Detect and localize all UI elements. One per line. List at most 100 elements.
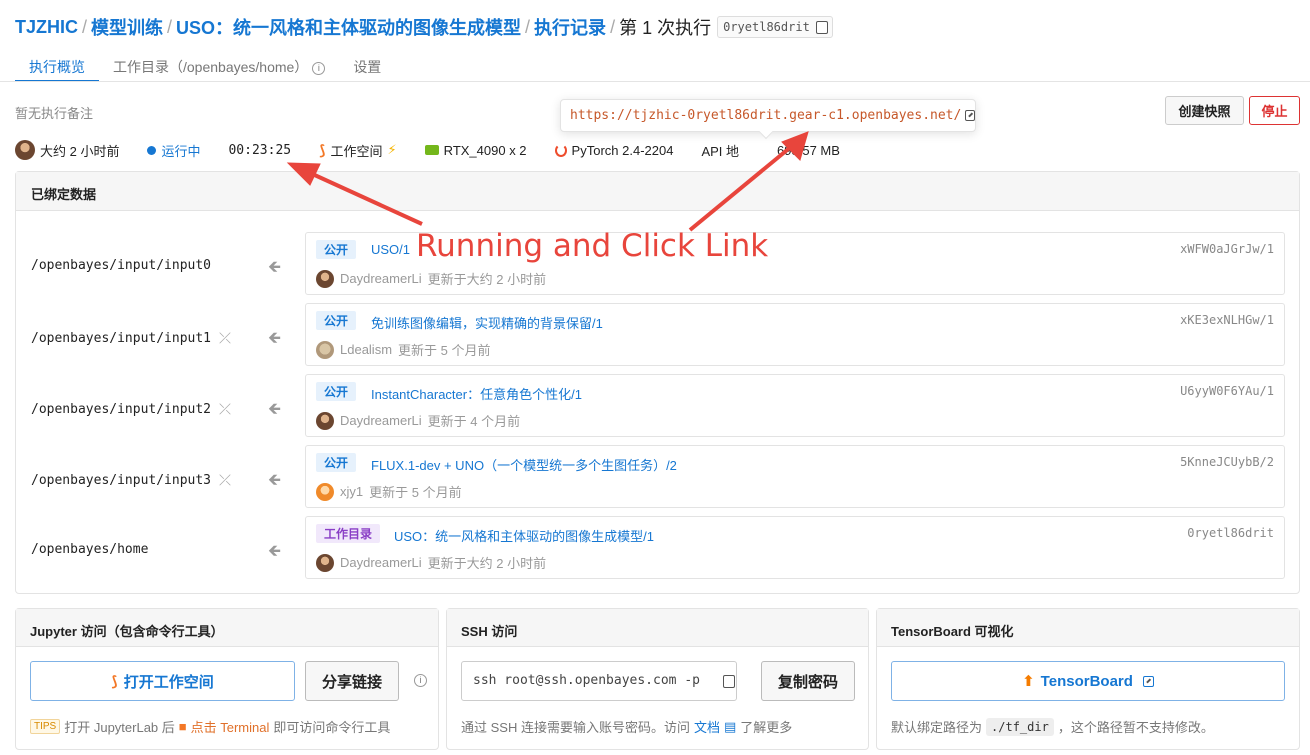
tab-bar: 执行概览 工作目录（/openbayes/home） i 设置 — [15, 50, 395, 82]
dataset-user[interactable]: DaydreamerLi — [340, 271, 422, 286]
breadcrumb-records[interactable]: 执行记录 — [534, 14, 606, 40]
dataset-updated: 更新于 4 个月前 — [427, 414, 521, 429]
mount-path: /openbayes/input/input2 ⤫ — [31, 400, 231, 418]
dataset-title-link[interactable]: 免训练图像编辑，实现精确的背景保留/1 — [371, 313, 603, 332]
tb-foot-post: ，这个路径暂不支持修改。 — [1057, 720, 1214, 735]
visibility-tag: 公开 — [316, 311, 357, 330]
gpu-label: RTX_4090 x 2 — [443, 142, 527, 158]
tab-label: 工作目录（/openbayes/home） — [113, 59, 309, 75]
dataset-card[interactable]: 公开 InstantCharacter：任意角色个性化/1 U6yyW0F6YA… — [305, 374, 1285, 437]
copy-icon[interactable] — [720, 672, 735, 688]
breadcrumb-project[interactable]: USO：统一风格和主体驱动的图像生成模型 — [176, 14, 521, 40]
dataset-hash: 5KnneJCUybB/2 — [1180, 455, 1274, 469]
service-url-link[interactable]: https://tjzhic-0ryetl86drit.gear-c1.open… — [570, 108, 961, 123]
elapsed-time: 00:23:25 — [228, 142, 292, 158]
unlink-icon[interactable]: ⤫ — [219, 471, 231, 489]
tips-badge: TIPS — [30, 719, 61, 734]
dataset-hash: U6yyW0F6YAu/1 — [1180, 384, 1274, 398]
ssh-panel: SSH 访问 ssh root@ssh.openbayes.com -p 复制密… — [446, 608, 869, 750]
tab-overview[interactable]: 执行概览 — [15, 50, 99, 82]
dataset-card[interactable]: 公开 FLUX.1-dev + UNO（一个模型统一多个生图任务）/2 5Knn… — [305, 445, 1285, 508]
arrow-left-icon: 🡸 — [268, 330, 281, 347]
dataset-title-link[interactable]: InstantCharacter：任意角色个性化/1 — [371, 384, 582, 403]
dataset-meta: DaydreamerLi 更新于 4 个月前 — [316, 411, 520, 430]
create-snapshot-button[interactable]: 创建快照 — [1165, 96, 1244, 125]
stop-button[interactable]: 停止 — [1249, 96, 1300, 125]
workspace-link[interactable]: ⟆ 工作空间 ⚡ — [319, 141, 397, 160]
mount-path-text: /openbayes/input/input2 — [31, 401, 212, 417]
external-link-icon[interactable] — [965, 110, 975, 121]
ssh-foot: 通过 SSH 连接需要输入账号密码。访问 文档 ▤ 了解更多 — [461, 717, 792, 736]
mount-path-text: /openbayes/input/input3 — [31, 472, 212, 488]
info-icon[interactable]: i — [414, 674, 427, 687]
workdir-title-link[interactable]: USO：统一风格和主体驱动的图像生成模型/1 — [394, 526, 654, 545]
breadcrumb-section[interactable]: 模型训练 — [91, 14, 163, 40]
avatar — [15, 140, 35, 160]
bolt-icon: ⚡ — [387, 142, 397, 157]
tab-label: 执行概览 — [29, 59, 85, 75]
annotation-text: Running and Click Link — [416, 228, 769, 264]
workdir-user[interactable]: DaydreamerLi — [340, 555, 422, 570]
breadcrumb-separator: / — [525, 16, 531, 37]
dataset-user[interactable]: Ldealism — [340, 342, 392, 357]
terminal-link[interactable]: 点击 Terminal — [191, 717, 270, 736]
ssh-command: ssh root@ssh.openbayes.com -p — [473, 673, 700, 688]
docs-link[interactable]: 文档 — [694, 717, 720, 736]
arrow-left-icon: 🡸 — [268, 259, 281, 276]
dataset-user[interactable]: DaydreamerLi — [340, 413, 422, 428]
tips-text: 打开 JupyterLab 后 — [64, 720, 175, 735]
share-link-button[interactable]: 分享链接 — [305, 661, 399, 701]
run-id-chip: 0ryetl86drit — [717, 16, 833, 38]
jupyter-icon: ⟆ — [319, 141, 326, 158]
run-id: 0ryetl86drit — [723, 20, 810, 34]
dataset-updated: 更新于 5 个月前 — [398, 343, 491, 358]
unlink-icon[interactable]: ⤫ — [219, 400, 231, 418]
dataset-title-link[interactable]: FLUX.1-dev + UNO（一个模型统一多个生图任务）/2 — [371, 455, 677, 474]
mount-path-text: /openbayes/home — [31, 542, 149, 557]
dataset-meta: Ldealism 更新于 5 个月前 — [316, 340, 491, 359]
ssh-foot-post: 了解更多 — [740, 720, 793, 735]
workdir-hash: 0ryetl86drit — [1187, 526, 1274, 540]
dataset-card[interactable]: 公开 免训练图像编辑，实现精确的背景保留/1 xKE3exNLHGw/1 Lde… — [305, 303, 1285, 366]
dataset-user[interactable]: xjy1 — [340, 484, 363, 499]
tensorboard-button[interactable]: ⬆ TensorBoard — [891, 661, 1285, 701]
dataset-title-link[interactable]: USO/1 — [371, 242, 410, 257]
mount-path: /openbayes/input/input1 ⤫ — [31, 329, 231, 347]
mount-path: /openbayes/input/input3 ⤫ — [31, 471, 231, 489]
storage-size: 695.57 MB — [777, 142, 840, 158]
tb-foot-text: 默认绑定路径为 — [891, 720, 983, 735]
open-workspace-button[interactable]: ⟆ 打开工作空间 — [30, 661, 295, 701]
tensorboard-icon: ⬆ — [1022, 673, 1035, 690]
copy-icon[interactable] — [812, 17, 828, 34]
pytorch-icon — [554, 143, 567, 157]
state-label: 运行中 — [161, 143, 201, 159]
open-workspace-label: 打开工作空间 — [123, 673, 214, 691]
arrow-left-icon: 🡸 — [268, 472, 281, 489]
breadcrumb-separator: / — [610, 16, 616, 37]
arrow-left-icon: 🡸 — [268, 543, 281, 560]
workspace-label: 工作空间 — [330, 143, 383, 159]
ssh-title: SSH 访问 — [447, 609, 868, 647]
copy-password-button[interactable]: 复制密码 — [761, 661, 855, 701]
api-address[interactable]: API 地 — [701, 141, 739, 160]
bound-row: /openbayes/home 🡸 工作目录 USO：统一风格和主体驱动的图像生… — [16, 516, 1299, 581]
breadcrumb-org[interactable]: TJZHIC — [15, 17, 78, 38]
mount-path-text: /openbayes/input/input1 — [31, 330, 212, 346]
avatar — [316, 411, 334, 430]
mount-path-text: /openbayes/input/input0 — [31, 258, 212, 273]
created-time: 大约 2 小时前 — [40, 143, 120, 159]
external-link-icon — [1142, 675, 1154, 687]
tensorboard-title: TensorBoard 可视化 — [877, 609, 1299, 647]
tab-settings[interactable]: 设置 — [339, 50, 395, 82]
unlink-icon[interactable]: ⤫ — [219, 329, 231, 347]
doc-icon[interactable]: ▤ — [724, 719, 736, 735]
ssh-command-field[interactable]: ssh root@ssh.openbayes.com -p — [461, 661, 737, 701]
workdir-card[interactable]: 工作目录 USO：统一风格和主体驱动的图像生成模型/1 0ryetl86drit… — [305, 516, 1285, 579]
workdir-tag: 工作目录 — [316, 524, 381, 543]
tab-workdir[interactable]: 工作目录（/openbayes/home） i — [99, 50, 339, 82]
avatar — [316, 340, 334, 359]
avatar — [316, 553, 334, 572]
info-icon[interactable]: i — [312, 62, 326, 75]
jupyter-panel: Jupyter 访问（包含命令行工具） ⟆ 打开工作空间 分享链接 i TIPS… — [15, 608, 439, 750]
tab-label: 设置 — [353, 59, 382, 75]
